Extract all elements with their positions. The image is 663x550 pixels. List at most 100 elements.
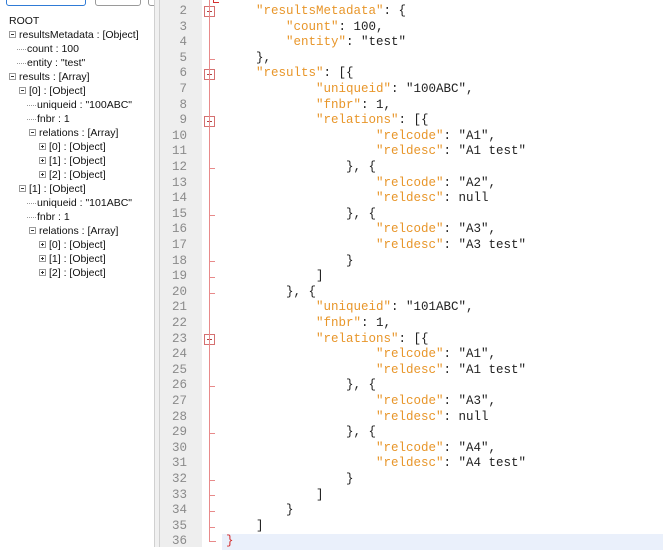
expand-icon[interactable] [39, 269, 46, 276]
code-line[interactable]: }, { [226, 425, 376, 441]
json-key: "relcode" [376, 222, 444, 237]
code-line[interactable]: "reldesc": "A1 test" [226, 363, 526, 379]
code-line[interactable]: } [226, 254, 354, 270]
json-value: }, { [346, 160, 377, 174]
tree-node-label: count : 100 [27, 43, 79, 55]
code-line[interactable]: "reldesc": "A1 test" [226, 144, 526, 160]
collapse-icon[interactable] [9, 73, 16, 80]
json-key: "uniqueid" [316, 82, 392, 96]
code-line[interactable]: "relcode": "A1", [226, 129, 496, 145]
line-number: 21 [171, 300, 187, 315]
code-line[interactable]: }, { [226, 285, 316, 301]
code-line[interactable]: } [226, 534, 234, 550]
json-key: "reldesc" [376, 191, 444, 206]
tree-node-label: entity : "test" [27, 57, 86, 69]
json-value: : "A4", [443, 440, 497, 455]
code-line[interactable]: "count": 100, [226, 20, 384, 36]
tree-node-label: relations : [Array] [39, 127, 119, 139]
line-number: 26 [171, 378, 187, 393]
code-line[interactable]: "resultsMetadata": { [226, 4, 406, 20]
code-line[interactable]: "fnbr": 1, [226, 316, 391, 332]
line-number: 25 [171, 362, 187, 377]
tree-connector [17, 49, 26, 50]
code-line[interactable]: ] [226, 519, 264, 535]
collapse-icon[interactable] [19, 185, 26, 192]
json-value: : 1, [361, 316, 392, 330]
expand-icon[interactable] [39, 171, 46, 178]
collapse-icon[interactable] [29, 129, 36, 136]
line-number: 22 [171, 316, 187, 330]
line-number: 24 [171, 347, 187, 362]
line-number: 27 [171, 394, 187, 408]
tree-node-label: results : [Array] [19, 71, 90, 83]
code-line[interactable]: "fnbr": 1, [226, 98, 391, 114]
code-line[interactable]: "reldesc": "A4 test" [226, 456, 526, 472]
code-line[interactable]: } [226, 472, 354, 488]
json-key: "reldesc" [376, 409, 444, 424]
json-key: "reldesc" [376, 456, 444, 471]
code-line[interactable]: }, { [226, 160, 376, 176]
expand-icon[interactable] [39, 241, 46, 248]
code-line[interactable]: "reldesc": null [226, 410, 489, 426]
json-tree-panel[interactable]: ROOT resultsMetadata : [Object] count : 10… [0, 0, 154, 547]
line-number: 34 [171, 503, 187, 518]
code-line[interactable]: }, { [226, 378, 376, 394]
code-line[interactable]: }, [226, 51, 271, 67]
expand-icon[interactable] [39, 143, 46, 150]
code-line[interactable]: "relcode": "A1", [226, 347, 496, 363]
code-line[interactable]: "relcode": "A4", [226, 441, 496, 457]
code-line[interactable]: "relations": [{ [226, 113, 429, 129]
code-line[interactable]: } [226, 503, 294, 519]
line-number: 36 [171, 534, 187, 549]
code-line[interactable]: "reldesc": "A3 test" [226, 238, 526, 254]
json-value: } [286, 503, 294, 518]
line-number: 15 [171, 206, 187, 221]
code-line[interactable]: "uniqueid": "100ABC", [226, 82, 474, 98]
code-line[interactable]: }, { [226, 207, 376, 223]
tree-connector [27, 119, 36, 120]
code-line[interactable]: "relcode": "A3", [226, 394, 496, 410]
collapse-icon[interactable] [19, 87, 26, 94]
code-line[interactable]: "results": [{ [226, 66, 354, 82]
code-line[interactable]: "uniqueid": "101ABC", [226, 300, 474, 316]
line-number: 29 [171, 425, 187, 440]
collapse-icon[interactable] [29, 227, 36, 234]
tree-node-label: [2] : [Object] [49, 267, 106, 279]
json-value: : null [443, 409, 489, 424]
collapse-icon[interactable] [9, 31, 16, 38]
tree-node-label: [1] : [Object] [29, 183, 86, 195]
fold-margin[interactable] [202, 0, 222, 547]
line-number: 35 [171, 518, 187, 533]
json-value: }, [256, 50, 272, 65]
line-number: 32 [171, 472, 187, 486]
tree-node-label: fnbr : 1 [37, 211, 70, 223]
json-key: "fnbr" [316, 316, 362, 330]
toolbar-button[interactable] [95, 0, 141, 6]
current-line-highlight [222, 534, 663, 550]
json-value: : "A1 test" [443, 144, 527, 159]
tree-node-label: [0] : [Object] [29, 85, 86, 97]
search-input[interactable] [6, 0, 86, 6]
expand-icon[interactable] [39, 255, 46, 262]
expand-icon[interactable] [39, 157, 46, 164]
code-line[interactable]: ] [226, 269, 324, 285]
code-line[interactable]: "relations": [{ [226, 332, 429, 348]
json-key: "resultsMetadata" [256, 4, 384, 18]
code-line[interactable]: "relcode": "A2", [226, 176, 496, 192]
code-line[interactable]: "entity": "test" [226, 35, 406, 51]
code-line[interactable]: "relcode": "A3", [226, 222, 496, 238]
code-line[interactable]: "reldesc": null [226, 191, 489, 207]
json-value: : [{ [398, 113, 429, 128]
code-line[interactable]: ] [226, 488, 324, 504]
tree-connector [27, 203, 36, 204]
